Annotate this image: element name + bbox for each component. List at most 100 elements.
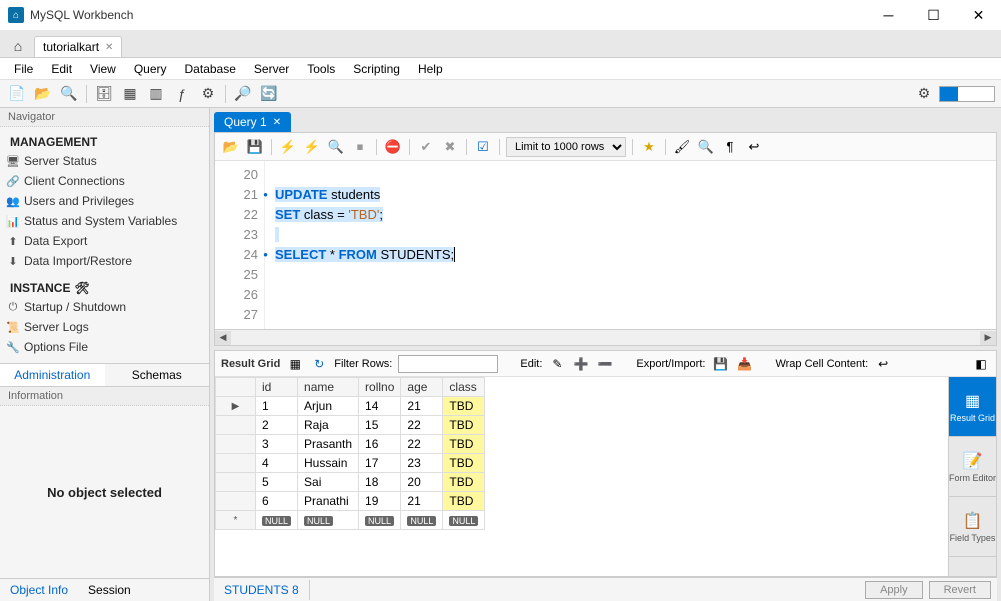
apply-button[interactable]: Apply <box>865 581 923 599</box>
editor-hscroll[interactable]: ◀ ▶ <box>214 330 997 346</box>
scroll-left-icon[interactable]: ◀ <box>215 331 231 345</box>
code-body[interactable]: UPDATE students SET class = 'TBD'; SELEC… <box>265 161 996 329</box>
nav-item[interactable]: 🖥Server Status <box>0 151 209 171</box>
open-file-icon[interactable]: 📂 <box>221 137 241 157</box>
minimize-button[interactable]: ─ <box>866 0 911 30</box>
main-area: Query 1 ✕ 📂 💾 ⚡ ⚡ 🔍 ⏹ ⛔ ✔ ✖ ☑ <box>210 108 1001 601</box>
sql-editor: 📂 💾 ⚡ ⚡ 🔍 ⏹ ⛔ ✔ ✖ ☑ Limit to 1000 rows ★ <box>214 132 997 330</box>
table-row-null[interactable]: *NULLNULLNULLNULLNULL <box>216 511 485 530</box>
menu-query[interactable]: Query <box>126 60 175 78</box>
nav-item[interactable]: ⏻Startup / Shutdown <box>0 297 209 317</box>
autocommit-icon[interactable]: ☑ <box>473 137 493 157</box>
panel-toggle-icon[interactable]: ◧ <box>972 355 990 373</box>
table-row[interactable]: 4Hussain1723TBD <box>216 454 485 473</box>
open-sql-icon[interactable]: 📂 <box>32 83 54 105</box>
add-table-icon[interactable]: ▦ <box>119 83 141 105</box>
delete-row-icon[interactable]: ➖ <box>596 355 614 373</box>
nav-icon: 👥 <box>6 194 20 208</box>
results-table[interactable]: idnamerollnoageclass ▶1Arjun1421TBD2Raja… <box>215 377 485 530</box>
commit-icon[interactable]: ✔ <box>416 137 436 157</box>
import-icon[interactable]: 📥 <box>735 355 753 373</box>
wrap-icon[interactable]: ↩ <box>744 137 764 157</box>
maximize-button[interactable]: ☐ <box>911 0 956 30</box>
menu-edit[interactable]: Edit <box>43 60 80 78</box>
add-proc-icon[interactable]: ƒ <box>171 83 193 105</box>
execute-current-icon[interactable]: ⚡ <box>302 137 322 157</box>
app-icon: ⌂ <box>8 7 24 23</box>
revert-button[interactable]: Revert <box>929 581 991 599</box>
grid-icon[interactable]: ▦ <box>286 355 304 373</box>
tab-session[interactable]: Session <box>78 579 141 601</box>
menu-view[interactable]: View <box>82 60 124 78</box>
tab-administration[interactable]: Administration <box>0 364 105 386</box>
col-header[interactable]: rollno <box>359 378 401 397</box>
wrap-content-icon[interactable]: ↩ <box>874 355 892 373</box>
close-button[interactable]: ✕ <box>956 0 1001 30</box>
scroll-right-icon[interactable]: ▶ <box>980 331 996 345</box>
info-body: No object selected <box>0 406 209 578</box>
tab-schemas[interactable]: Schemas <box>105 364 210 386</box>
explain-icon[interactable]: 🔍 <box>326 137 346 157</box>
table-row[interactable]: 6Pranathi1921TBD <box>216 492 485 511</box>
rollback-icon[interactable]: ✖ <box>440 137 460 157</box>
export-icon[interactable]: 💾 <box>711 355 729 373</box>
new-sql-icon[interactable]: 📄 <box>6 83 28 105</box>
menu-help[interactable]: Help <box>410 60 451 78</box>
side-tab-field-types[interactable]: 📋Field Types <box>949 497 996 557</box>
menu-server[interactable]: Server <box>246 60 297 78</box>
limit-select[interactable]: Limit to 1000 rows <box>506 137 626 157</box>
stop-on-error-icon[interactable]: ⛔ <box>383 137 403 157</box>
invisible-icon[interactable]: ¶ <box>720 137 740 157</box>
close-tab-icon[interactable]: ✕ <box>105 42 113 53</box>
query-tab[interactable]: Query 1 ✕ <box>214 112 291 132</box>
reconnect-icon[interactable]: 🔄 <box>258 83 280 105</box>
inspector-icon[interactable]: 🔍 <box>58 83 80 105</box>
settings-icon[interactable]: ⚙ <box>913 83 935 105</box>
nav-item[interactable]: ⬆Data Export <box>0 231 209 251</box>
col-header[interactable]: id <box>256 378 298 397</box>
menu-scripting[interactable]: Scripting <box>345 60 408 78</box>
col-header[interactable]: age <box>401 378 443 397</box>
table-row[interactable]: 5Sai1820TBD <box>216 473 485 492</box>
menu-database[interactable]: Database <box>177 60 244 78</box>
table-row[interactable]: ▶1Arjun1421TBD <box>216 397 485 416</box>
nav-item[interactable]: 📊Status and System Variables <box>0 211 209 231</box>
layout-toggle[interactable] <box>939 86 995 102</box>
add-row-icon[interactable]: ➕ <box>572 355 590 373</box>
connection-tab[interactable]: tutorialkart ✕ <box>34 36 122 57</box>
filter-input[interactable] <box>398 355 498 373</box>
nav-item[interactable]: ⬇Data Import/Restore <box>0 251 209 271</box>
nav-item[interactable]: 🔧Options File <box>0 337 209 357</box>
side-tab-result-grid[interactable]: ▦Result Grid <box>949 377 996 437</box>
col-header[interactable]: name <box>298 378 359 397</box>
table-row[interactable]: 3Prasanth1622TBD <box>216 435 485 454</box>
close-query-icon[interactable]: ✕ <box>273 117 281 128</box>
col-header[interactable]: class <box>443 378 485 397</box>
tab-object-info[interactable]: Object Info <box>0 579 78 601</box>
nav-icon: 🔧 <box>6 340 20 354</box>
nav-item[interactable]: 👥Users and Privileges <box>0 191 209 211</box>
main-toolbar: 📄 📂 🔍 🗄 ▦ ▥ ƒ ⚙ 🔎 🔄 ⚙ <box>0 80 1001 108</box>
home-icon[interactable]: ⌂ <box>6 35 30 57</box>
table-row[interactable]: 2Raja1522TBD <box>216 416 485 435</box>
result-tab[interactable]: STUDENTS 8 <box>214 580 310 600</box>
edit-icon[interactable]: ✎ <box>548 355 566 373</box>
menu-tools[interactable]: Tools <box>299 60 343 78</box>
add-schema-icon[interactable]: 🗄 <box>93 83 115 105</box>
connection-tabbar: ⌂ tutorialkart ✕ <box>0 30 1001 58</box>
beautify-icon[interactable]: 🖌 <box>672 137 692 157</box>
save-file-icon[interactable]: 💾 <box>245 137 265 157</box>
refresh-icon[interactable]: ↻ <box>310 355 328 373</box>
nav-item[interactable]: 🔗Client Connections <box>0 171 209 191</box>
search-icon[interactable]: 🔎 <box>232 83 254 105</box>
nav-item[interactable]: 📜Server Logs <box>0 317 209 337</box>
add-func-icon[interactable]: ⚙ <box>197 83 219 105</box>
find-icon[interactable]: 🔍 <box>696 137 716 157</box>
add-view-icon[interactable]: ▥ <box>145 83 167 105</box>
execute-icon[interactable]: ⚡ <box>278 137 298 157</box>
stop-icon[interactable]: ⏹ <box>350 137 370 157</box>
side-tab-form-editor[interactable]: 📝Form Editor <box>949 437 996 497</box>
result-grid-label: Result Grid <box>221 358 280 370</box>
favorite-icon[interactable]: ★ <box>639 137 659 157</box>
menu-file[interactable]: File <box>6 60 41 78</box>
